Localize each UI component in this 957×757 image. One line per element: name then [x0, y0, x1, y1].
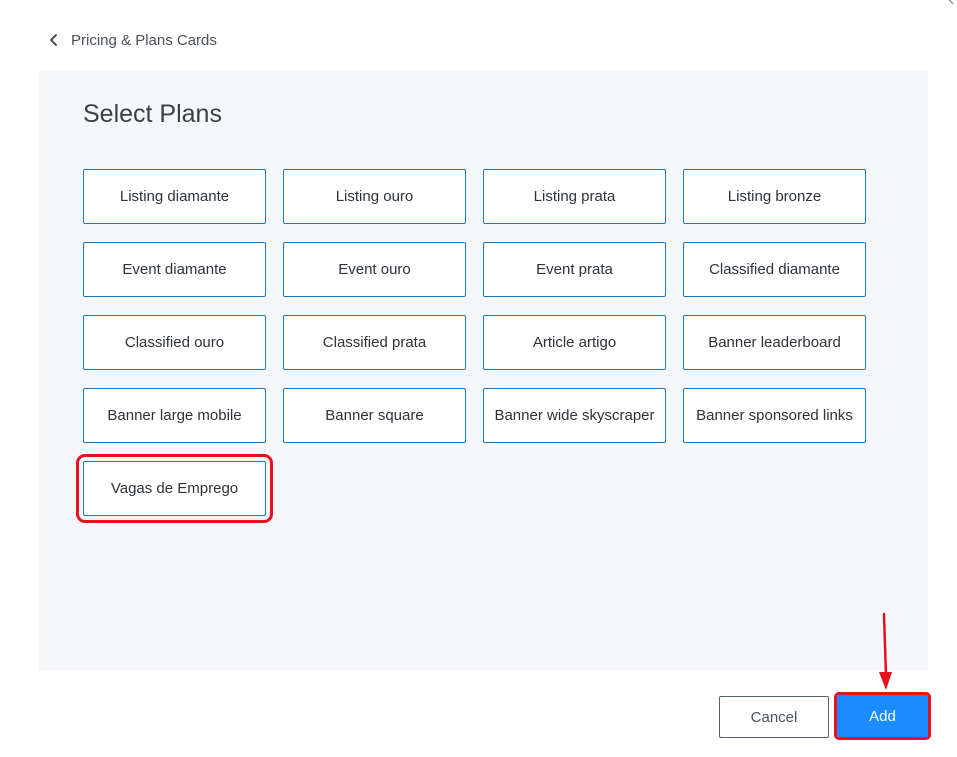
- plan-card-banner-sponsored-links[interactable]: Banner sponsored links: [683, 388, 866, 443]
- select-plans-panel: Select Plans Listing diamante Listing ou…: [39, 70, 928, 670]
- breadcrumb-label: Pricing & Plans Cards: [71, 31, 217, 49]
- plans-grid: Listing diamante Listing ouro Listing pr…: [76, 169, 866, 523]
- plan-card-listing-diamante[interactable]: Listing diamante: [83, 169, 266, 224]
- plan-card-event-ouro[interactable]: Event ouro: [283, 242, 466, 297]
- close-icon[interactable]: [944, 0, 956, 6]
- pricing-plans-page: Pricing & Plans Cards Select Plans Listi…: [0, 0, 957, 757]
- plan-card-listing-bronze[interactable]: Listing bronze: [683, 169, 866, 224]
- plan-card-event-diamante[interactable]: Event diamante: [83, 242, 266, 297]
- plan-card-vagas-de-emprego[interactable]: Vagas de Emprego: [76, 454, 273, 523]
- add-button[interactable]: Add: [834, 692, 931, 740]
- plan-card-classified-diamante[interactable]: Classified diamante: [683, 242, 866, 297]
- panel-title: Select Plans: [83, 100, 222, 128]
- plan-card-article-artigo[interactable]: Article artigo: [483, 315, 666, 370]
- plan-card-classified-prata[interactable]: Classified prata: [283, 315, 466, 370]
- plan-card-banner-leaderboard[interactable]: Banner leaderboard: [683, 315, 866, 370]
- plan-card-event-prata[interactable]: Event prata: [483, 242, 666, 297]
- plan-card-banner-large-mobile[interactable]: Banner large mobile: [83, 388, 266, 443]
- breadcrumb[interactable]: Pricing & Plans Cards: [46, 28, 217, 52]
- arrow-down-icon: [879, 612, 892, 690]
- plan-card-listing-ouro[interactable]: Listing ouro: [283, 169, 466, 224]
- plan-card-listing-prata[interactable]: Listing prata: [483, 169, 666, 224]
- cancel-button[interactable]: Cancel: [719, 696, 829, 738]
- plan-card-classified-ouro[interactable]: Classified ouro: [83, 315, 266, 370]
- plan-card-banner-wide-skyscraper[interactable]: Banner wide skyscraper: [483, 388, 666, 443]
- chevron-left-icon: [50, 34, 57, 46]
- plan-card-banner-square[interactable]: Banner square: [283, 388, 466, 443]
